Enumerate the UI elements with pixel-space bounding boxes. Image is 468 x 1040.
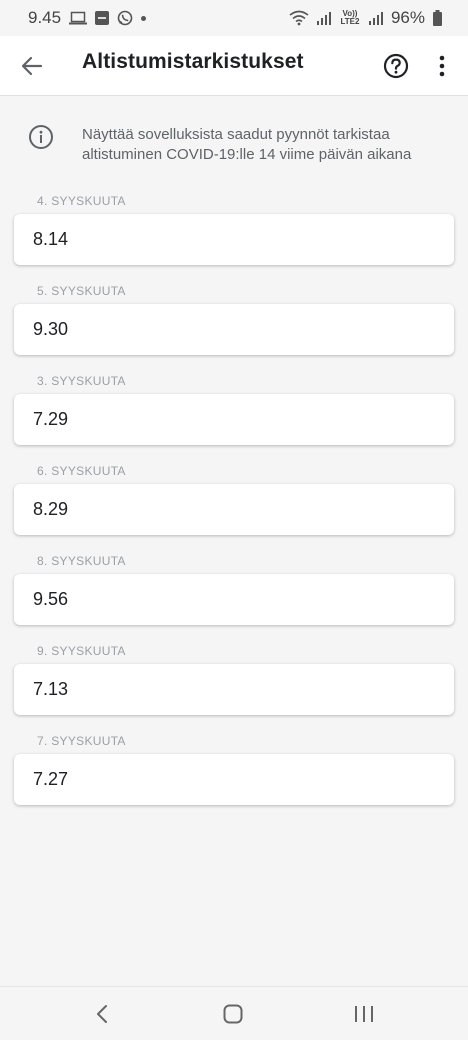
- chevron-left-icon: [97, 1005, 107, 1023]
- list-item: 3. SYYSKUUTA 7.29: [0, 366, 468, 456]
- nav-back-button[interactable]: [87, 1001, 117, 1027]
- nav-home-button[interactable]: [218, 1001, 248, 1027]
- app-notification-icon: [95, 11, 110, 25]
- network-type-label: Vo)) LTE2: [340, 9, 360, 26]
- info-section: Näyttää sovelluksista saadut pyynnöt tar…: [0, 97, 468, 185]
- signal-1-icon: [316, 11, 331, 25]
- help-button[interactable]: [380, 50, 412, 82]
- check-card[interactable]: 9.30: [14, 304, 454, 355]
- status-time: 9.45: [28, 8, 62, 27]
- date-header: 7. SYYSKUUTA: [37, 734, 126, 748]
- list-item: 5. SYYSKUUTA 9.30: [0, 276, 468, 366]
- status-left: 9.45: [28, 8, 147, 28]
- exposure-check-list: 4. SYYSKUUTA 8.14 5. SYYSKUUTA 9.30 3. S…: [0, 186, 468, 816]
- check-card[interactable]: 7.13: [14, 664, 454, 715]
- nav-recents-button[interactable]: [349, 1001, 379, 1027]
- check-card[interactable]: 9.56: [14, 574, 454, 625]
- date-header: 5. SYYSKUUTA: [37, 284, 126, 298]
- date-header: 6. SYYSKUUTA: [37, 464, 126, 478]
- info-icon: [28, 124, 54, 155]
- wifi-icon: [289, 10, 309, 26]
- more-options-button[interactable]: [428, 50, 456, 82]
- check-card[interactable]: 7.29: [14, 394, 454, 445]
- check-card[interactable]: 8.29: [14, 484, 454, 535]
- system-navigation-bar: [0, 986, 468, 1040]
- list-item: 9. SYYSKUUTA 7.13: [0, 636, 468, 726]
- more-vertical-icon: [439, 55, 445, 77]
- app-bar: Altistumistarkistukset: [0, 36, 468, 96]
- list-item: 4. SYYSKUUTA 8.14: [0, 186, 468, 276]
- back-button[interactable]: [16, 50, 48, 82]
- home-icon: [223, 1004, 243, 1024]
- laptop-icon: [69, 11, 88, 25]
- status-right: Vo)) LTE2 96%: [289, 8, 442, 28]
- list-item: 8. SYYSKUUTA 9.56: [0, 546, 468, 636]
- list-item: 6. SYYSKUUTA 8.29: [0, 456, 468, 546]
- info-description: Näyttää sovelluksista saadut pyynnöt tar…: [82, 126, 412, 163]
- recents-icon: [355, 1006, 373, 1022]
- date-header: 9. SYYSKUUTA: [37, 644, 126, 658]
- signal-2-icon: [368, 11, 383, 25]
- whatsapp-icon: [117, 10, 133, 26]
- date-header: 4. SYYSKUUTA: [37, 194, 126, 208]
- date-header: 8. SYYSKUUTA: [37, 554, 126, 568]
- status-bar: 9.45 Vo)) LTE2 96%: [0, 0, 468, 36]
- battery-percent: 96%: [390, 8, 425, 27]
- more-notifications-dot: [141, 15, 147, 21]
- arrow-left-icon: [21, 56, 43, 76]
- list-item: 7. SYYSKUUTA 7.27: [0, 726, 468, 816]
- page-title: Altistumistarkistukset: [82, 50, 304, 73]
- battery-icon: [433, 10, 442, 26]
- check-card[interactable]: 7.27: [14, 754, 454, 805]
- check-card[interactable]: 8.14: [14, 214, 454, 265]
- help-circle-icon: [383, 53, 409, 79]
- date-header: 3. SYYSKUUTA: [37, 374, 126, 388]
